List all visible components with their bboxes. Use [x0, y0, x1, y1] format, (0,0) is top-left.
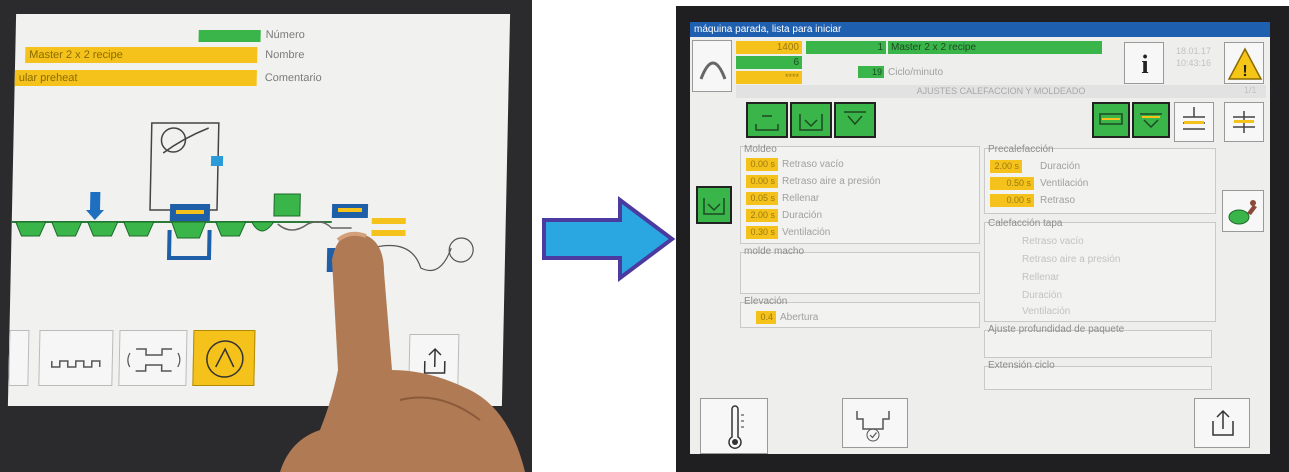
page-indicator: 1/1 — [1244, 85, 1257, 95]
tool-button-2[interactable] — [790, 102, 832, 138]
heater-chevron-icon — [1140, 113, 1162, 129]
comentario-label: Comentario — [264, 72, 322, 84]
header-value-stars: **** — [736, 71, 802, 84]
export-button-right[interactable] — [1194, 398, 1250, 448]
recipe-name: Master 2 x 2 recipe — [888, 41, 1102, 54]
tool-button-5[interactable] — [1132, 102, 1170, 138]
calefaccion-tapa-row-2: Rellenar — [1022, 272, 1060, 283]
motor-icon — [206, 340, 244, 378]
moldeo-label-0: Retraso vacío — [782, 159, 844, 170]
warning-icon: ! — [1227, 47, 1263, 80]
transition-arrow — [542, 196, 676, 282]
precalefaccion-title: Precalefacción — [988, 144, 1054, 155]
calefaccion-tapa-group — [984, 222, 1216, 322]
export-icon — [1212, 409, 1234, 436]
machine-view-button[interactable] — [692, 40, 732, 92]
calefaccion-tapa-title: Calefacción tapa — [988, 218, 1063, 229]
moldeo-value-1[interactable]: 0.00 s — [746, 175, 778, 188]
precalefaccion-label-2: Retraso — [1040, 195, 1076, 206]
left-photo-frame: Número Master 2 x 2 recipe Nombre ular p… — [0, 0, 532, 472]
moldeo-value-4[interactable]: 0.30 s — [746, 226, 778, 239]
precalefaccion-label-1: Ventilación — [1040, 178, 1089, 189]
tool-button-4[interactable] — [1092, 102, 1130, 138]
calefaccion-tapa-row-0: Retraso vacío — [1022, 236, 1084, 247]
numero-field[interactable] — [198, 30, 261, 42]
ajuste-profundidad-title: Ajuste profundidad de paquete — [988, 324, 1125, 335]
header-value-6: 6 — [736, 56, 802, 69]
machine-arc-icon — [699, 61, 727, 80]
tool-button-1[interactable] — [746, 102, 788, 138]
motor-tab[interactable] — [192, 330, 256, 386]
tray-chevron-icon — [703, 198, 725, 215]
info-button[interactable]: i — [1124, 42, 1164, 84]
precalefaccion-label-0: Duración — [1040, 161, 1081, 172]
header-value-1400: 1400 — [736, 41, 802, 54]
press-icon — [1183, 107, 1205, 130]
precalefaccion-value-0[interactable]: 2.00 s — [990, 160, 1022, 173]
moldeo-value-3[interactable]: 2.00 s — [746, 209, 778, 222]
speed-toggle-button[interactable] — [1222, 190, 1264, 232]
thermometer-icon — [728, 405, 744, 449]
molde-macho-group — [740, 252, 980, 294]
forming-icon — [127, 348, 181, 372]
comentario-field[interactable]: ular preheat — [14, 70, 257, 86]
molde-macho-title: molde macho — [744, 246, 805, 257]
section-title: AJUSTES CALEFACCION Y MOLDEADO — [736, 85, 1266, 98]
mold-tab[interactable] — [38, 330, 114, 386]
elevacion-value[interactable]: 0.4 — [756, 311, 776, 324]
header-value-1: 1 — [806, 41, 886, 54]
heater-plate-icon — [1099, 113, 1123, 125]
tray-down-icon — [755, 115, 779, 131]
forming-tab[interactable] — [118, 330, 188, 386]
chevron-down-icon — [844, 111, 866, 126]
calefaccion-tapa-row-1: Retraso aire a presión — [1022, 254, 1121, 265]
elevacion-label: Abertura — [780, 312, 819, 323]
mold-icon — [50, 360, 101, 368]
temperature-button[interactable] — [700, 398, 768, 454]
tray-check-icon — [856, 411, 890, 442]
tray-check-button[interactable] — [842, 398, 908, 448]
finger-photo — [280, 231, 525, 472]
lift-icon — [1233, 111, 1255, 133]
svg-text:!: ! — [1242, 63, 1247, 80]
extension-ciclo-title: Extensión ciclo — [988, 360, 1055, 371]
warning-button[interactable]: ! — [1224, 42, 1264, 84]
moldeo-value-2[interactable]: 0.05 s — [746, 192, 778, 205]
svg-text:i: i — [1141, 50, 1148, 79]
moldeo-label-3: Duración — [782, 210, 823, 221]
moldeo-label-4: Ventilación — [782, 227, 831, 238]
left-tab-partial[interactable] — [8, 330, 30, 386]
moldeo-value-0[interactable]: 0.00 s — [746, 158, 778, 171]
moldeo-label-1: Retraso aire a presión — [782, 176, 881, 187]
info-icon: i — [1141, 50, 1148, 79]
calefaccion-tapa-row-3: Duración — [1022, 290, 1063, 301]
status-bar: máquina parada, lista para iniciar — [690, 22, 1270, 37]
time-text: 10:43:16 — [1176, 58, 1212, 68]
turtle-hare-icon — [1228, 200, 1257, 225]
precalefaccion-value-1[interactable]: 0.50 s — [990, 177, 1034, 190]
precalefaccion-value-2[interactable]: 0.00 s — [990, 194, 1034, 207]
cycles-label: Ciclo/minuto — [888, 67, 944, 78]
calefaccion-tapa-row-4: Ventilación — [1022, 306, 1071, 317]
cycles-value: 19 — [858, 66, 884, 78]
moldeo-label-2: Rellenar — [782, 193, 820, 204]
nombre-field[interactable]: Master 2 x 2 recipe — [25, 47, 258, 63]
side-tray-button[interactable] — [696, 186, 732, 224]
numero-label: Número — [265, 29, 305, 41]
tool-button-3[interactable] — [834, 102, 876, 138]
tool-button-7[interactable] — [1224, 102, 1264, 142]
elevacion-title: Elevación — [744, 296, 788, 307]
date-text: 18.01.17 — [1176, 46, 1212, 56]
nombre-label: Nombre — [265, 49, 305, 61]
moldeo-title: Moldeo — [744, 144, 777, 155]
tray-chevron-icon — [799, 114, 823, 131]
tool-button-6[interactable] — [1174, 102, 1214, 142]
